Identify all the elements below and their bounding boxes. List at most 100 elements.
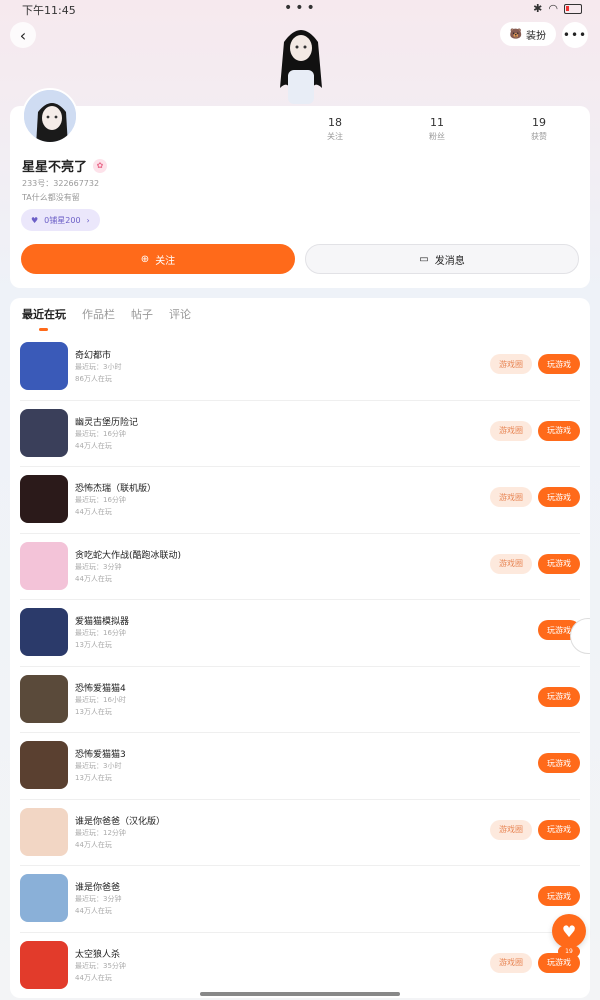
play-game-button[interactable]: 玩游戏 xyxy=(538,487,580,507)
game-last-played: 最近玩：3分钟 xyxy=(75,562,122,571)
game-row[interactable]: 恐怖爱猫猫4 最近玩：16小时 13万人在玩 玩游戏 xyxy=(20,667,580,733)
message-button[interactable]: ▭ 发消息 xyxy=(305,244,579,274)
game-name: 太空狼人杀 xyxy=(75,949,121,960)
game-circle-button[interactable]: 游戏圈 xyxy=(490,354,532,374)
back-button[interactable]: ‹ xyxy=(10,22,36,48)
game-name: 奇幻都市 xyxy=(75,351,112,361)
game-players: 44万人在玩 xyxy=(75,441,112,450)
game-icon[interactable] xyxy=(20,940,68,989)
game-players: 44万人在玩 xyxy=(75,508,112,516)
game-last-played: 最近玩：3小时 xyxy=(75,762,122,770)
play-game-button[interactable]: 玩游戏 xyxy=(538,420,580,441)
like-fab-button[interactable]: ♥ xyxy=(552,914,586,948)
stat-value: 11 xyxy=(430,116,444,129)
game-name: 爱猫猫模拟器 xyxy=(75,617,130,627)
game-row[interactable]: 爱猫猫模拟器 最近玩：16分钟 13万人在玩 玩游戏 xyxy=(20,600,580,667)
stat-following[interactable]: 18 关注 xyxy=(284,116,386,142)
game-name: 贪吃蛇大作战(酷跑冰联动) xyxy=(75,550,182,561)
tab-works[interactable]: 作品栏 xyxy=(82,306,115,322)
avatar[interactable] xyxy=(22,88,78,144)
nickname: 星星不亮了 ✿ xyxy=(22,156,108,175)
play-game-button[interactable]: 玩游戏 xyxy=(538,886,580,906)
game-players: 13万人在玩 xyxy=(75,641,112,649)
game-players: 13万人在玩 xyxy=(75,774,112,782)
dress-up-button[interactable]: 🐻 装扮 xyxy=(499,22,556,46)
home-indicator[interactable] xyxy=(200,992,400,996)
game-players: 86万人在玩 xyxy=(75,375,112,383)
chevron-left-icon: ‹ xyxy=(19,25,27,45)
game-circle-button[interactable]: 游戏圈 xyxy=(490,487,532,507)
stat-label: 关注 xyxy=(327,132,343,141)
stat-value: 19 xyxy=(532,116,546,129)
tab-comments[interactable]: 评论 xyxy=(169,306,191,322)
chevron-right-icon: › xyxy=(86,215,90,225)
game-players: 44万人在玩 xyxy=(75,840,112,849)
game-name: 恐怖爱猫猫3 xyxy=(75,750,126,760)
play-game-button[interactable]: 玩游戏 xyxy=(538,753,580,773)
game-circle-button[interactable]: 游戏圈 xyxy=(490,952,532,973)
game-row[interactable]: 奇幻都市最近玩：3小时 86万人在玩 游戏圈 玩游戏 xyxy=(20,334,580,401)
game-players: 44万人在玩 xyxy=(75,907,112,915)
game-last-played: 最近玩：35分钟 xyxy=(75,961,126,970)
game-row[interactable]: 恐怖爱猫猫3 最近玩：3小时 13万人在玩 玩游戏 xyxy=(20,733,580,800)
stat-followers[interactable]: 11 粉丝 xyxy=(386,116,488,142)
bluetooth-icon: ✱ xyxy=(533,2,543,15)
game-icon[interactable] xyxy=(20,674,68,723)
play-game-button[interactable]: 玩游戏 xyxy=(538,354,580,374)
game-icon[interactable] xyxy=(20,541,68,590)
game-icon[interactable] xyxy=(20,608,68,656)
game-name: 恐怖爱猫猫4 xyxy=(75,683,126,694)
more-button[interactable]: ••• xyxy=(562,22,588,48)
message-label: 发消息 xyxy=(434,255,465,267)
game-row[interactable]: 谁是你爸爸 最近玩：3分钟 44万人在玩 玩游戏 xyxy=(20,866,580,933)
stat-value: 18 xyxy=(328,116,342,129)
game-icon[interactable] xyxy=(20,408,68,457)
game-last-played: 最近玩：3小时 xyxy=(75,363,122,371)
bear-icon: 🐻 xyxy=(509,28,522,40)
game-icon[interactable] xyxy=(20,741,68,789)
character-figure xyxy=(272,18,330,106)
heart-icon: ♥ xyxy=(561,921,577,941)
wifi-icon: ◠ xyxy=(548,2,558,15)
game-row[interactable]: 谁是你爸爸（汉化版） 最近玩：12分钟 44万人在玩 游戏圈 玩游戏 xyxy=(20,800,580,866)
game-name: 谁是你爸爸（汉化版） xyxy=(75,816,166,827)
nickname-text: 星星不亮了 xyxy=(22,160,88,175)
chat-icon: ▭ xyxy=(419,253,429,265)
status-dots: ••• xyxy=(284,0,318,16)
game-row[interactable]: 幽灵古堡历险记 最近玩：16分钟 44万人在玩 游戏圈 玩游戏 xyxy=(20,401,580,467)
game-last-played: 最近玩：16分钟 xyxy=(75,629,126,637)
game-icon[interactable] xyxy=(20,475,68,523)
status-icons: ✱ ◠ xyxy=(533,2,582,15)
gender-icon: ✿ xyxy=(93,158,108,173)
content-card: 最近在玩 作品栏 帖子 评论 奇幻都市 最近玩：3小时 86万人在玩 游戏圈 玩游戏 幽灵… xyxy=(10,298,590,998)
play-game-button[interactable]: 玩游戏 xyxy=(538,686,580,707)
game-row[interactable]: 太空狼人杀 最近玩：35分钟 44万人在玩 游戏圈 玩游戏 xyxy=(20,933,580,999)
game-icon[interactable] xyxy=(20,342,68,390)
game-icon[interactable] xyxy=(20,807,68,856)
play-game-button[interactable]: 玩游戏 xyxy=(538,819,580,840)
game-circle-button[interactable]: 游戏圈 xyxy=(490,819,532,840)
follow-plus-icon: ⊕ xyxy=(140,253,150,265)
heart-icon: ♥ xyxy=(31,215,39,225)
tag-pill[interactable]: ♥ 0铺星200 › xyxy=(21,209,100,231)
game-circle-button[interactable]: 游戏圈 xyxy=(490,420,532,441)
play-game-button[interactable]: 玩游戏 xyxy=(538,553,580,574)
stat-likes[interactable]: 19 获赞 xyxy=(488,116,590,142)
tag-label: 0铺星200 xyxy=(44,215,81,225)
game-circle-button[interactable]: 游戏圈 xyxy=(490,553,532,574)
game-name: 谁是你爸爸 xyxy=(75,883,121,893)
game-last-played: 最近玩：12分钟 xyxy=(75,828,126,837)
bio: TA什么都没有留 xyxy=(22,193,80,202)
game-row[interactable]: 恐怖杰瑞（联机版） 最近玩：16分钟 44万人在玩 游戏圈 玩游戏 xyxy=(20,467,580,534)
tab-posts[interactable]: 帖子 xyxy=(131,306,153,322)
like-count: 19 xyxy=(558,946,580,957)
user-id: 233号：322667732 xyxy=(22,179,100,188)
dress-up-label: 装扮 xyxy=(526,30,546,42)
game-name: 幽灵古堡历险记 xyxy=(75,417,139,428)
follow-button[interactable]: ⊕ 关注 xyxy=(21,244,295,274)
game-icon[interactable] xyxy=(20,874,68,922)
game-row[interactable]: 贪吃蛇大作战(酷跑冰联动) 最近玩：3分钟 44万人在玩 游戏圈 玩游戏 xyxy=(20,534,580,600)
game-players: 44万人在玩 xyxy=(75,574,112,583)
tab-recent[interactable]: 最近在玩 xyxy=(22,306,66,331)
game-players: 44万人在玩 xyxy=(75,973,112,982)
